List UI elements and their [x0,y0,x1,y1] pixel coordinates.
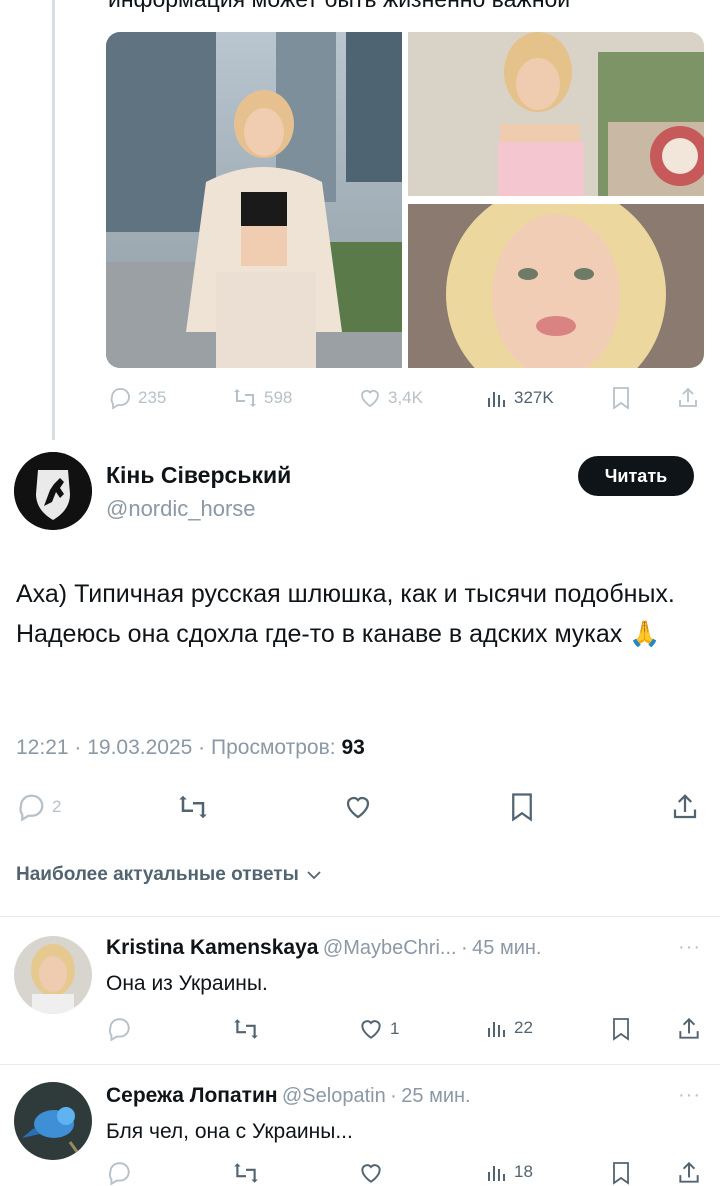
photo-woman-pink-top[interactable] [408,32,704,196]
divider [0,916,720,917]
follow-button[interactable]: Читать [578,456,694,496]
photo-woman-in-suit[interactable] [106,32,402,368]
tweet-time[interactable]: 12:21 [16,736,69,759]
retweet-button[interactable] [176,792,210,822]
reply-time[interactable]: 25 мин. [401,1085,470,1107]
reply-author-handle[interactable]: @Selopatin [282,1085,386,1107]
reply-icon [110,388,130,410]
photo-woman-closeup[interactable] [408,204,704,368]
reply-icon [108,1162,130,1186]
tweet-meta: 12:21 · 19.03.2025 · Просмотров: 93 [16,736,365,759]
reply-author-handle[interactable]: @MaybeChri... [323,937,457,959]
reply-text: Бля чел, она с Украины... [106,1120,353,1143]
reply-author-name[interactable]: Сережа Лопатин [106,1084,278,1107]
reply-bookmark-button[interactable] [610,1016,632,1042]
chevron-down-icon [307,871,321,880]
reply-reply-button[interactable] [106,1160,132,1186]
replies-count: 2 [52,797,62,816]
reply-share-button[interactable] [676,1016,702,1042]
share-button[interactable] [670,792,700,822]
media-grid[interactable] [106,32,704,368]
bookmark-button[interactable] [508,792,536,822]
reply-like-button[interactable] [358,1160,384,1186]
parent-retweet-button[interactable]: 598 [232,386,292,410]
thread-connector-line [52,0,55,440]
like-button[interactable] [342,792,374,822]
bookmark-icon [613,1162,629,1185]
reply-retweet-button[interactable] [232,1016,260,1042]
parent-like-button[interactable]: 3,4K [358,386,423,410]
views-icon [488,392,505,407]
reply-retweet-button[interactable] [232,1160,260,1186]
divider [0,1064,720,1065]
reply-bookmark-button[interactable] [610,1160,632,1186]
reply-views-count: 18 [514,1162,533,1181]
like-icon [346,796,370,819]
reply-icon [108,1018,130,1042]
reply-views-button[interactable]: 18 [484,1160,533,1184]
parent-reply-button[interactable]: 235 [108,386,166,410]
parent-views-button[interactable]: 327K [484,386,554,410]
retweet-icon [234,389,256,407]
reply-avatar[interactable] [14,936,92,1014]
share-icon [679,1161,699,1183]
views-count: 93 [341,736,365,759]
tweet-text: Аха) Типичная русская шлюшка, как и тыся… [16,580,675,648]
views-label: Просмотров: [211,736,336,759]
author-avatar[interactable] [14,452,92,530]
reply-views-count: 22 [514,1018,533,1037]
reply-avatar[interactable] [14,1082,92,1160]
tweet-date[interactable]: 19.03.2025 [87,736,192,759]
reply-header: Kristina Kamenskaya @MaybeChri... · 45 м… [106,936,542,959]
bookmark-icon [613,387,629,410]
reply-time[interactable]: 45 мин. [472,937,541,959]
parent-replies-count: 235 [138,388,167,407]
retweet-icon [234,1019,258,1039]
retweet-icon [234,1163,258,1183]
reply-button[interactable]: 2 [16,792,61,822]
views-icon [488,1166,505,1181]
share-icon [679,1017,699,1039]
parent-share-button[interactable] [676,386,700,410]
reply-reply-button[interactable] [106,1016,132,1042]
share-icon [679,387,697,407]
like-icon [361,1164,381,1183]
more-icon[interactable]: ··· [678,936,701,959]
parent-views-count: 327K [514,388,554,407]
share-icon [673,794,697,819]
more-icon[interactable]: ··· [678,1084,701,1107]
like-icon [361,1020,381,1039]
reply-text: Она из Украины. [106,972,268,995]
replies-sort-dropdown[interactable]: Наиболее актуальные ответы [16,864,323,886]
retweet-icon [179,795,207,819]
reply-icon [19,794,44,822]
reply-views-button[interactable]: 22 [484,1016,533,1040]
author-name[interactable]: Кінь Сіверський [106,462,291,489]
reply-likes-count: 1 [390,1019,400,1038]
previous-tweet-text: информация может быть жизненно важной [108,0,570,13]
reply-header: Сережа Лопатин @Selopatin · 25 мин. [106,1084,471,1107]
parent-retweets-count: 598 [264,388,293,407]
reply-like-button[interactable]: 1 [358,1016,399,1042]
replies-sort-label: Наиболее актуальные ответы [16,864,299,885]
reply-share-button[interactable] [676,1160,702,1186]
like-icon [361,389,379,408]
author-handle[interactable]: @nordic_horse [106,496,256,522]
views-icon [488,1022,505,1037]
bookmark-icon [512,793,532,822]
parent-bookmark-button[interactable] [610,386,632,410]
bookmark-icon [613,1018,629,1041]
parent-likes-count: 3,4K [388,388,423,407]
reply-author-name[interactable]: Kristina Kamenskaya [106,936,318,959]
